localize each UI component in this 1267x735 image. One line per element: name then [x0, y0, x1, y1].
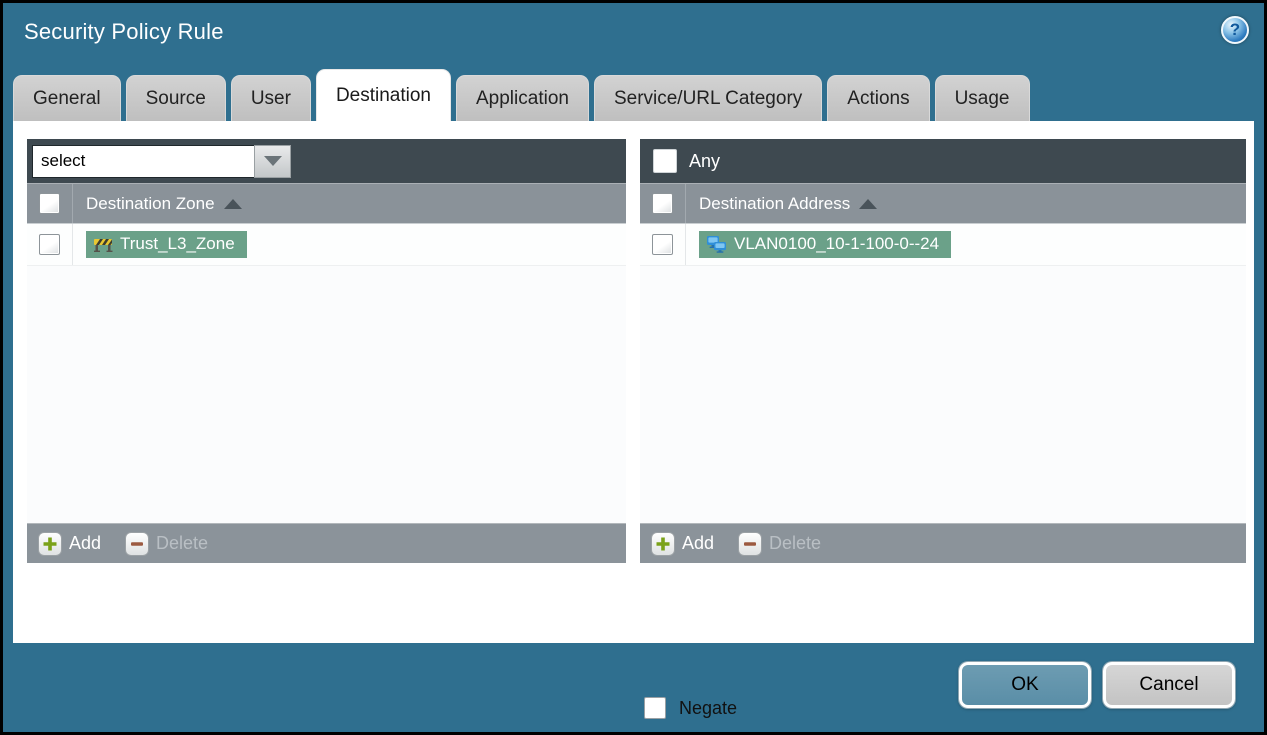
zone-select-arrow-button[interactable] [254, 144, 291, 178]
address-icon [707, 236, 726, 253]
minus-icon [125, 531, 150, 556]
minus-icon [738, 531, 763, 556]
any-label: Any [689, 150, 721, 171]
table-row[interactable]: VLAN0100_10-1-100-0--24 [640, 224, 1246, 266]
zone-icon [94, 239, 113, 252]
zone-item-label: Trust_L3_Zone [120, 234, 235, 253]
destination-zone-panel: Destination Zone [27, 139, 626, 563]
dialog-title: Security Policy Rule [24, 19, 224, 44]
negate-row: Negate [644, 697, 737, 719]
zone-column-title[interactable]: Destination Zone [86, 194, 215, 214]
address-item-label: VLAN0100_10-1-100-0--24 [734, 234, 940, 253]
destination-tab-content: Destination Zone [13, 121, 1254, 719]
zone-list: Trust_L3_Zone [27, 223, 626, 523]
tab-label: Destination [335, 84, 431, 106]
tab-label: Source [145, 87, 206, 109]
zone-select-all-checkbox[interactable] [39, 193, 60, 214]
tab-label: Application [476, 87, 569, 109]
zone-row-checkbox[interactable] [39, 234, 60, 255]
address-header-checkbox-cell [640, 184, 686, 223]
sort-ascending-icon[interactable] [223, 198, 242, 209]
tab-bar: General Source User Destination Applicat… [13, 69, 1035, 121]
tab-application[interactable]: Application [456, 75, 589, 121]
tab-label: General [33, 87, 101, 109]
zone-delete-label: Delete [156, 533, 209, 553]
address-add-label: Add [682, 533, 715, 553]
zone-select-dropdown [32, 144, 291, 178]
address-toolbar: Any [640, 139, 1246, 183]
address-delete-button[interactable]: Delete [738, 531, 822, 556]
address-delete-label: Delete [769, 533, 822, 553]
any-checkbox[interactable] [653, 149, 677, 173]
address-footer: Add Delete [640, 523, 1246, 563]
negate-checkbox[interactable] [644, 697, 666, 719]
table-row[interactable]: Trust_L3_Zone [27, 224, 626, 266]
tab-actions[interactable]: Actions [827, 75, 930, 121]
tab-source[interactable]: Source [125, 75, 226, 121]
tab-general[interactable]: General [13, 75, 121, 121]
address-row-checkbox[interactable] [652, 234, 673, 255]
address-item-chip[interactable]: VLAN0100_10-1-100-0--24 [699, 231, 952, 258]
address-select-all-checkbox[interactable] [652, 193, 673, 214]
tab-label: Actions [847, 87, 910, 109]
negate-label: Negate [679, 697, 738, 718]
address-list: VLAN0100_10-1-100-0--24 [640, 223, 1246, 523]
zone-item-chip[interactable]: Trust_L3_Zone [86, 231, 247, 258]
address-column-title[interactable]: Destination Address [699, 194, 850, 214]
security-policy-rule-dialog: Security Policy Rule ? General Source Us… [0, 0, 1267, 735]
ok-button[interactable]: OK [959, 662, 1091, 708]
zone-row-checkbox-cell [27, 224, 73, 265]
zone-column-header: Destination Zone [27, 183, 626, 223]
zone-delete-button[interactable]: Delete [125, 531, 209, 556]
tab-user[interactable]: User [230, 75, 311, 121]
dialog-titlebar: Security Policy Rule ? [3, 3, 1264, 67]
tab-destination[interactable]: Destination [315, 69, 451, 121]
zone-header-checkbox-cell [27, 184, 73, 223]
chevron-down-icon [263, 156, 282, 166]
tab-label: Usage [954, 87, 1010, 109]
zone-add-button[interactable]: Add [38, 531, 102, 556]
address-column-header: Destination Address [640, 183, 1246, 223]
help-icon[interactable]: ? [1221, 16, 1249, 44]
tab-service-url-category[interactable]: Service/URL Category [593, 75, 823, 121]
plus-icon [38, 531, 62, 556]
ok-button-label: OK [1011, 674, 1039, 695]
zone-toolbar [27, 139, 626, 183]
tab-label: Service/URL Category [613, 87, 803, 109]
address-row-checkbox-cell [640, 224, 686, 265]
destination-address-panel: Any Destination Address VLAN0100_10-1-10… [640, 139, 1246, 563]
address-add-button[interactable]: Add [651, 531, 715, 556]
plus-icon [651, 531, 675, 556]
zone-add-label: Add [69, 533, 102, 553]
cancel-button[interactable]: Cancel [1103, 662, 1235, 708]
zone-footer: Add Delete [27, 523, 626, 563]
sort-ascending-icon[interactable] [859, 198, 878, 209]
help-glyph: ? [1229, 20, 1241, 39]
tab-label: User [250, 87, 291, 109]
cancel-button-label: Cancel [1139, 674, 1199, 695]
tab-usage[interactable]: Usage [934, 75, 1030, 121]
zone-select-input[interactable] [32, 144, 254, 178]
